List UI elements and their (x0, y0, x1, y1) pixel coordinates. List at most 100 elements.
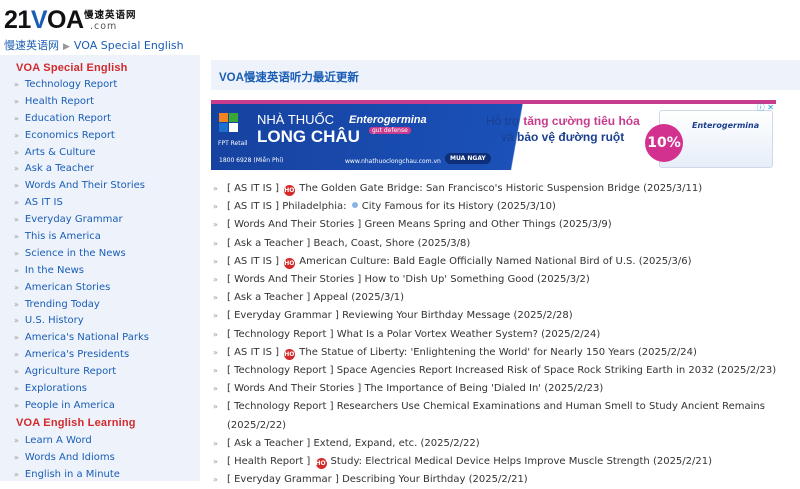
sidebar-item-link[interactable]: Everyday Grammar (25, 214, 123, 225)
article-title-link[interactable]: What Is a Polar Vortex Weather System? (337, 329, 538, 340)
sidebar-item[interactable]: Words And Idioms (16, 450, 120, 467)
article-category-link[interactable]: [ Words And Their Stories ] (227, 383, 361, 394)
breadcrumb-current-link[interactable]: VOA Special English (74, 39, 184, 52)
sidebar-group-title[interactable]: VOA English Learning (16, 417, 136, 429)
sidebar-item-link[interactable]: Explorations (25, 383, 87, 394)
sidebar-item[interactable]: Ask a Teacher (16, 161, 149, 178)
section-title: VOA慢速英语听力最近更新 (219, 72, 359, 84)
sidebar-item-link[interactable]: American Stories (25, 282, 110, 293)
ad-headline-2: và bảo vệ đường ruột (501, 130, 625, 144)
sidebar-item-link[interactable]: English in a Minute (25, 469, 120, 480)
article-title-link[interactable]: Reviewing Your Birthday Message (342, 310, 510, 321)
article-title-link[interactable]: The Statue of Liberty: 'Enlightening the… (299, 347, 634, 358)
article-category-link[interactable]: [ Ask a Teacher ] (227, 238, 310, 249)
sidebar-item-link[interactable]: Technology Report (25, 79, 117, 90)
article-category-link[interactable]: [ Everyday Grammar ] (227, 310, 339, 321)
sidebar-item-link[interactable]: This is America (25, 231, 101, 242)
article-title-link[interactable]: Study: Electrical Medical Device Helps I… (331, 456, 650, 467)
article-title-link[interactable]: Green Means Spring and Other Things (364, 219, 555, 230)
article-row: [ Words And Their Stories ] How to 'Dish… (213, 271, 798, 289)
article-category-link[interactable]: [ Technology Report ] (227, 401, 334, 412)
article-date: (2025/3/11) (643, 183, 703, 194)
article-title-link[interactable]: Researchers Use Chemical Examinations an… (337, 401, 765, 412)
article-row: [ AS IT IS ] HOTAmerican Culture: Bald E… (213, 253, 798, 271)
sidebar-group-title[interactable]: VOA Special English (16, 62, 128, 74)
article-title-link[interactable]: Beach, Coast, Shore (313, 238, 414, 249)
article-category-link[interactable]: [ Health Report ] (227, 456, 310, 467)
sidebar-item-link[interactable]: Agriculture Report (25, 366, 116, 377)
sidebar-item-link[interactable]: America's Presidents (25, 349, 129, 360)
sidebar-item-link[interactable]: Economics Report (25, 130, 115, 141)
sidebar-item[interactable]: America's Presidents (16, 347, 149, 364)
article-row: [ Technology Report ] Researchers Use Ch… (213, 398, 798, 434)
article-title-link[interactable]: Describing Your Birthday (342, 474, 465, 485)
ad-buy-button[interactable]: MUA NGAY (445, 153, 491, 164)
article-title-link[interactable]: The Importance of Being 'Dialed In' (364, 383, 541, 394)
sidebar-item-link[interactable]: Learn A Word (25, 435, 92, 446)
sidebar-item-link[interactable]: America's National Parks (25, 332, 149, 343)
sidebar-item[interactable]: Agriculture Report (16, 364, 149, 381)
sidebar-item[interactable]: English in a Minute (16, 467, 120, 484)
sidebar-item-link[interactable]: AS IT IS (25, 197, 63, 208)
adchoices-icon[interactable]: ⓘ ✕ (757, 102, 774, 113)
sidebar: VOA Special English Technology Report Hea… (0, 55, 200, 481)
ad-headline-1: Hỗ trợ tăng cường tiêu hóa (486, 114, 640, 128)
article-title-link[interactable]: Extend, Expand, etc. (313, 438, 417, 449)
sidebar-item[interactable]: American Stories (16, 280, 149, 297)
article-category-link[interactable]: [ AS IT IS ] (227, 183, 279, 194)
article-category-link[interactable]: [ AS IT IS ] (227, 201, 279, 212)
sidebar-item[interactable]: Words And Their Stories (16, 178, 149, 195)
sidebar-item-link[interactable]: Ask a Teacher (25, 163, 94, 174)
sidebar-item[interactable]: People in America (16, 398, 149, 415)
sidebar-item[interactable]: Technology Report (16, 77, 149, 94)
sidebar-item-link[interactable]: Words And Their Stories (25, 180, 145, 191)
article-row: [ Health Report ] HOTStudy: Electrical M… (213, 453, 798, 471)
article-category-link[interactable]: [ Ask a Teacher ] (227, 438, 310, 449)
article-date: (2025/2/21) (468, 474, 528, 486)
sidebar-item[interactable]: In the News (16, 263, 149, 280)
article-title-link[interactable]: The Golden Gate Bridge: San Francisco's … (299, 183, 640, 194)
breadcrumb: 慢速英语网 ▶ VOA Special English (4, 37, 184, 53)
sidebar-item-link[interactable]: Arts & Culture (25, 147, 96, 158)
article-category-link[interactable]: [ AS IT IS ] (227, 347, 279, 358)
article-category-link[interactable]: [ AS IT IS ] (227, 256, 279, 267)
sidebar-item[interactable]: Trending Today (16, 297, 149, 314)
article-title-link[interactable]: Philadelphia: (282, 201, 346, 212)
article-category-link[interactable]: [ Words And Their Stories ] (227, 219, 361, 230)
sidebar-item[interactable]: America's National Parks (16, 330, 149, 347)
sidebar-item-link[interactable]: Education Report (25, 113, 111, 124)
sidebar-item[interactable]: AS IT IS (16, 195, 149, 212)
sidebar-item[interactable]: Education Report (16, 111, 149, 128)
article-category-link[interactable]: [ Ask a Teacher ] (227, 292, 310, 303)
sidebar-item[interactable]: Economics Report (16, 128, 149, 145)
ad-banner[interactable]: FPT Retail NHÀ THUỐC LONG CHÂU Enteroger… (211, 100, 776, 170)
article-category-link[interactable]: [ Everyday Grammar ] (227, 474, 339, 485)
sidebar-item[interactable]: Explorations (16, 381, 149, 398)
sidebar-item[interactable]: Learn A Word (16, 433, 120, 450)
sidebar-item-link[interactable]: People in America (25, 400, 115, 411)
article-date: (2025/2/22) (420, 437, 480, 449)
sidebar-item[interactable]: Health Report (16, 94, 149, 111)
sidebar-item-link[interactable]: Words And Idioms (25, 452, 115, 463)
sidebar-item-link[interactable]: U.S. History (25, 315, 84, 326)
sidebar-item-link[interactable]: Trending Today (25, 299, 100, 310)
sidebar-item[interactable]: This is America (16, 229, 149, 246)
article-category-link[interactable]: [ Technology Report ] (227, 365, 334, 376)
sidebar-item-link[interactable]: In the News (25, 265, 84, 276)
sidebar-item[interactable]: Everyday Grammar (16, 212, 149, 229)
article-title-link[interactable]: American Culture: Bald Eagle Officially … (299, 256, 635, 267)
sidebar-item-link[interactable]: Science in the News (25, 248, 126, 259)
sidebar-item[interactable]: Science in the News (16, 246, 149, 263)
article-title-link[interactable]: How to 'Dish Up' Something Good (364, 274, 533, 285)
article-title-link[interactable]: Appeal (313, 292, 348, 303)
article-category-link[interactable]: [ Technology Report ] (227, 329, 334, 340)
article-date: (2025/2/23) (717, 365, 777, 377)
sidebar-item-link[interactable]: Health Report (25, 96, 94, 107)
article-title-link[interactable]: Space Agencies Report Increased Risk of … (337, 365, 714, 376)
sidebar-item[interactable]: U.S. History (16, 313, 149, 330)
article-title-link[interactable]: City Famous for its History (362, 201, 494, 212)
site-logo[interactable]: 21VOA 慢速英语网 .com (4, 6, 144, 34)
breadcrumb-home-link[interactable]: 慢速英语网 (4, 39, 59, 52)
article-category-link[interactable]: [ Words And Their Stories ] (227, 274, 361, 285)
sidebar-item[interactable]: Arts & Culture (16, 145, 149, 162)
